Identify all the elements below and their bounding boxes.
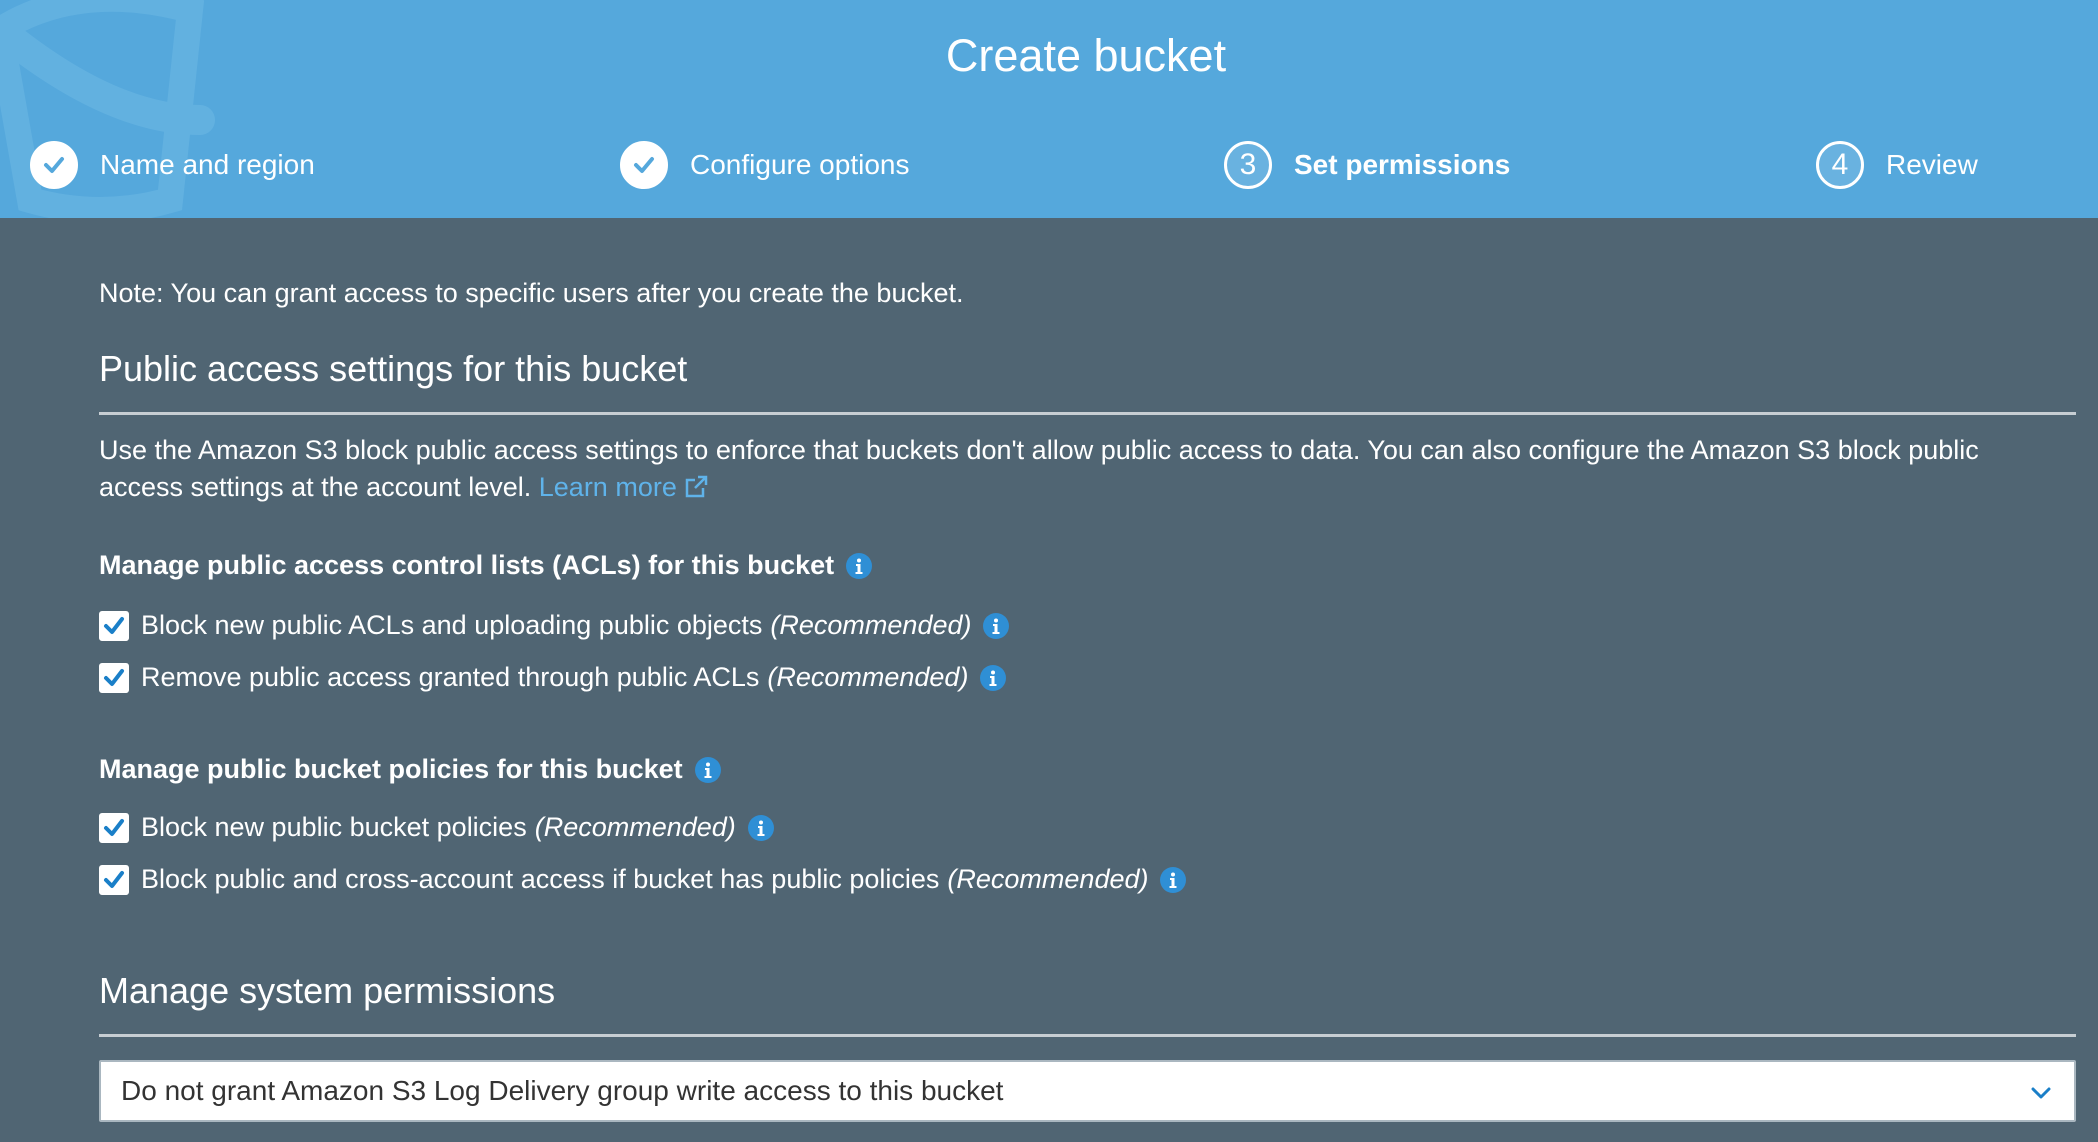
info-icon[interactable]	[1160, 866, 1187, 893]
option-label: Block new public bucket policies	[141, 812, 527, 842]
step-label: Configure options	[690, 149, 910, 180]
section-divider	[99, 1034, 2076, 1037]
public-access-description: Use the Amazon S3 block public access se…	[99, 432, 2059, 506]
acl-group-label: Manage public access control lists (ACLs…	[99, 550, 835, 580]
option-label: Block new public ACLs and uploading publ…	[141, 610, 763, 640]
section-divider	[99, 412, 2076, 415]
info-icon[interactable]	[694, 756, 721, 783]
checkbox-remove-public-acl-access[interactable]	[99, 662, 129, 693]
step-name-and-region[interactable]: Name and region	[30, 135, 315, 195]
learn-more-link[interactable]: Learn more	[539, 472, 709, 502]
acl-group-title: Manage public access control lists (ACLs…	[99, 550, 873, 581]
checkbox-block-new-public-policies[interactable]	[99, 812, 129, 843]
step-number: 3	[1239, 148, 1257, 181]
select-value: Do not grant Amazon S3 Log Delivery grou…	[121, 1075, 1004, 1106]
recommended-tag: (Recommended)	[947, 864, 1149, 894]
checkbox-block-cross-account-access[interactable]	[99, 864, 129, 895]
option-label: Block public and cross-account access if…	[141, 864, 940, 894]
log-delivery-select[interactable]: Do not grant Amazon S3 Log Delivery grou…	[99, 1060, 2076, 1122]
checkmark-icon	[104, 668, 124, 686]
step-set-permissions[interactable]: 3 Set permissions	[1224, 135, 1510, 195]
policy-group-label: Manage public bucket policies for this b…	[99, 754, 683, 784]
external-link-icon	[685, 475, 708, 498]
step-configure-options[interactable]: Configure options	[620, 135, 909, 195]
step-number-icon: 3	[1224, 141, 1272, 189]
chevron-down-icon	[2031, 1087, 2051, 1099]
info-icon[interactable]	[980, 664, 1007, 691]
checkmark-icon	[104, 616, 124, 634]
checkmark-icon	[104, 870, 124, 888]
info-icon[interactable]	[983, 612, 1010, 639]
step-review[interactable]: 4 Review	[1816, 135, 1978, 195]
wizard-steps: Name and region Configure options 3 Set …	[0, 135, 2098, 195]
check-circle-icon	[30, 141, 78, 189]
recommended-tag: (Recommended)	[770, 610, 972, 640]
page-title: Create bucket	[945, 30, 1227, 81]
check-circle-icon	[620, 141, 668, 189]
step-label: Set permissions	[1294, 149, 1511, 180]
option-remove-public-acl-access: Remove public access granted through pub…	[99, 662, 1007, 693]
system-permissions-title: Manage system permissions	[99, 970, 556, 1011]
option-block-new-public-acls: Block new public ACLs and uploading publ…	[99, 610, 1010, 641]
wizard-header: Create bucket Name and region Configure …	[0, 0, 2098, 218]
step-number: 4	[1831, 148, 1849, 181]
step-number-icon: 4	[1816, 141, 1864, 189]
access-note: Note: You can grant access to specific u…	[99, 278, 964, 308]
info-icon[interactable]	[747, 814, 774, 841]
policy-group-title: Manage public bucket policies for this b…	[99, 754, 721, 785]
public-access-title: Public access settings for this bucket	[99, 348, 688, 389]
option-block-new-public-policies: Block new public bucket policies (Recomm…	[99, 812, 774, 843]
recommended-tag: (Recommended)	[767, 662, 969, 692]
checkmark-icon	[104, 818, 124, 836]
option-block-cross-account-access: Block public and cross-account access if…	[99, 864, 1187, 895]
description-text: Use the Amazon S3 block public access se…	[99, 435, 1979, 502]
step-label: Review	[1886, 149, 1978, 180]
step-label: Name and region	[100, 149, 315, 180]
checkbox-block-new-public-acls[interactable]	[99, 610, 129, 641]
recommended-tag: (Recommended)	[534, 812, 736, 842]
info-icon[interactable]	[846, 552, 873, 579]
option-label: Remove public access granted through pub…	[141, 662, 760, 692]
